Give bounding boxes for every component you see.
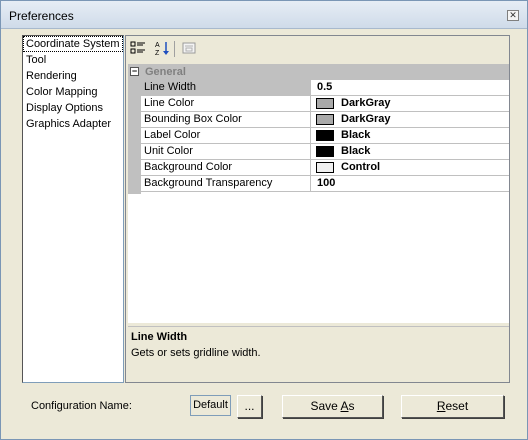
property-name: Line Color <box>141 96 311 111</box>
property-value[interactable]: DarkGray <box>313 96 391 111</box>
description-title: Line Width <box>131 331 188 343</box>
reset-suffix: eset <box>445 399 469 413</box>
property-name: Unit Color <box>141 144 311 159</box>
property-pages-icon <box>180 40 198 58</box>
property-grid-toolbar: A Z <box>126 36 509 62</box>
category-label: General <box>145 66 186 78</box>
property-value[interactable]: Control <box>313 160 380 175</box>
toolbar-separator <box>174 41 175 57</box>
property-row-unit-color[interactable]: Unit Color Black <box>141 144 509 160</box>
category-item-coordinate-system[interactable]: Coordinate System <box>23 36 123 52</box>
property-value[interactable]: Black <box>313 144 370 159</box>
browse-button[interactable]: ... <box>237 395 262 418</box>
category-item-color-mapping[interactable]: Color Mapping <box>23 84 123 100</box>
property-grid: A Z − General Line Width 0.5 Line Color … <box>125 35 510 383</box>
alphabetical-icon[interactable]: A Z <box>153 40 171 58</box>
property-row-background-transparency[interactable]: Background Transparency 100 <box>141 176 509 192</box>
preferences-window: Preferences ✕ Coordinate System Tool Ren… <box>0 0 528 440</box>
category-list: Coordinate System Tool Rendering Color M… <box>22 35 124 383</box>
svg-text:A: A <box>155 42 160 49</box>
property-row-bounding-box-color[interactable]: Bounding Box Color DarkGray <box>141 112 509 128</box>
close-button[interactable]: ✕ <box>507 10 519 21</box>
property-value[interactable]: Black <box>313 128 370 143</box>
description-text: Gets or sets gridline width. <box>131 347 261 359</box>
property-value[interactable]: 100 <box>313 176 335 191</box>
category-item-display-options[interactable]: Display Options <box>23 100 123 116</box>
property-name: Line Width <box>141 80 311 95</box>
property-row-label-color[interactable]: Label Color Black <box>141 128 509 144</box>
title-bar: Preferences ✕ <box>1 1 527 29</box>
reset-button[interactable]: Reset <box>401 395 504 418</box>
property-row-line-color[interactable]: Line Color DarkGray <box>141 96 509 112</box>
collapse-icon[interactable]: − <box>130 67 139 76</box>
property-value[interactable]: DarkGray <box>313 112 391 127</box>
save-as-prefix: Save <box>310 399 341 413</box>
property-value[interactable]: 0.5 <box>313 80 332 95</box>
svg-text:Z: Z <box>155 50 160 56</box>
window-title: Preferences <box>9 9 74 23</box>
description-panel: Line Width Gets or sets gridline width. <box>128 326 509 382</box>
categorized-icon[interactable] <box>129 40 147 58</box>
property-name: Background Transparency <box>141 176 311 191</box>
configuration-name-field[interactable]: Default <box>190 395 231 416</box>
property-name: Bounding Box Color <box>141 112 311 127</box>
save-as-button[interactable]: Save As <box>282 395 383 418</box>
category-row-general[interactable]: − General <box>128 64 509 80</box>
property-name: Label Color <box>141 128 311 143</box>
property-grid-view: − General Line Width 0.5 Line Color Dark… <box>128 64 509 323</box>
category-item-rendering[interactable]: Rendering <box>23 68 123 84</box>
property-name: Background Color <box>141 160 311 175</box>
save-as-suffix: s <box>348 399 355 413</box>
category-item-tool[interactable]: Tool <box>23 52 123 68</box>
grid-margin <box>128 64 141 194</box>
save-as-hotkey: A <box>340 399 349 413</box>
configuration-name-label: Configuration Name: <box>31 400 132 412</box>
category-item-graphics-adapter[interactable]: Graphics Adapter <box>23 116 123 132</box>
property-row-background-color[interactable]: Background Color Control <box>141 160 509 176</box>
property-row-line-width[interactable]: Line Width 0.5 <box>141 80 509 96</box>
